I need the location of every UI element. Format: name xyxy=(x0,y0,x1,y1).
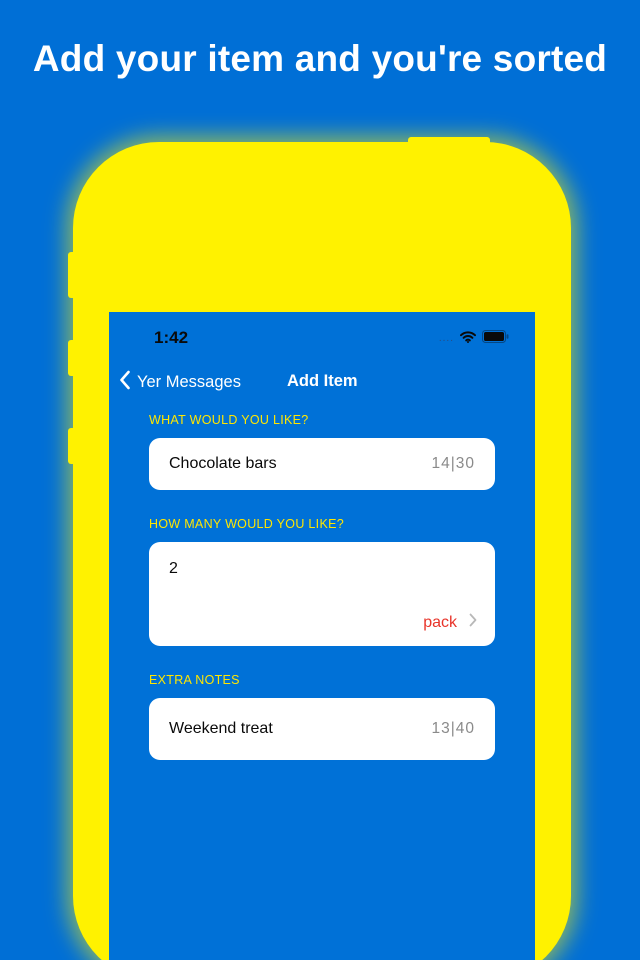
page-title: Add Item xyxy=(287,372,358,390)
unit-label[interactable]: pack xyxy=(423,614,457,632)
battery-icon xyxy=(482,330,509,348)
item-name-counter: 14|30 xyxy=(431,455,475,472)
notes-field[interactable]: Weekend treat 13|40 xyxy=(149,698,495,760)
item-name-value[interactable]: Chocolate bars xyxy=(169,455,277,473)
chevron-right-icon[interactable] xyxy=(469,613,477,632)
item-section-label: WHAT WOULD YOU LIKE? xyxy=(149,413,309,427)
status-icons: .... xyxy=(439,330,509,348)
status-time: 1:42 xyxy=(154,328,189,347)
chevron-left-icon[interactable] xyxy=(119,370,131,395)
quantity-field[interactable]: 2 pack xyxy=(149,542,495,646)
wifi-icon xyxy=(460,330,476,348)
unit-picker[interactable]: pack xyxy=(423,613,477,632)
item-name-field[interactable]: Chocolate bars 14|30 xyxy=(149,438,495,490)
quantity-section-label: HOW MANY WOULD YOU LIKE? xyxy=(149,517,344,531)
back-button[interactable]: Yer Messages xyxy=(119,370,241,395)
phone-screen: 1:42 .... Yer Messages Add Item WHAT WOU… xyxy=(109,312,535,960)
notes-counter: 13|40 xyxy=(431,720,475,737)
back-button-label[interactable]: Yer Messages xyxy=(137,373,241,392)
notes-value[interactable]: Weekend treat xyxy=(169,720,273,738)
notes-section-label: EXTRA NOTES xyxy=(149,673,240,687)
promo-headline: Add your item and you're sorted xyxy=(32,38,608,79)
quantity-value[interactable]: 2 xyxy=(169,560,178,578)
signal-dots-icon: .... xyxy=(438,333,454,344)
